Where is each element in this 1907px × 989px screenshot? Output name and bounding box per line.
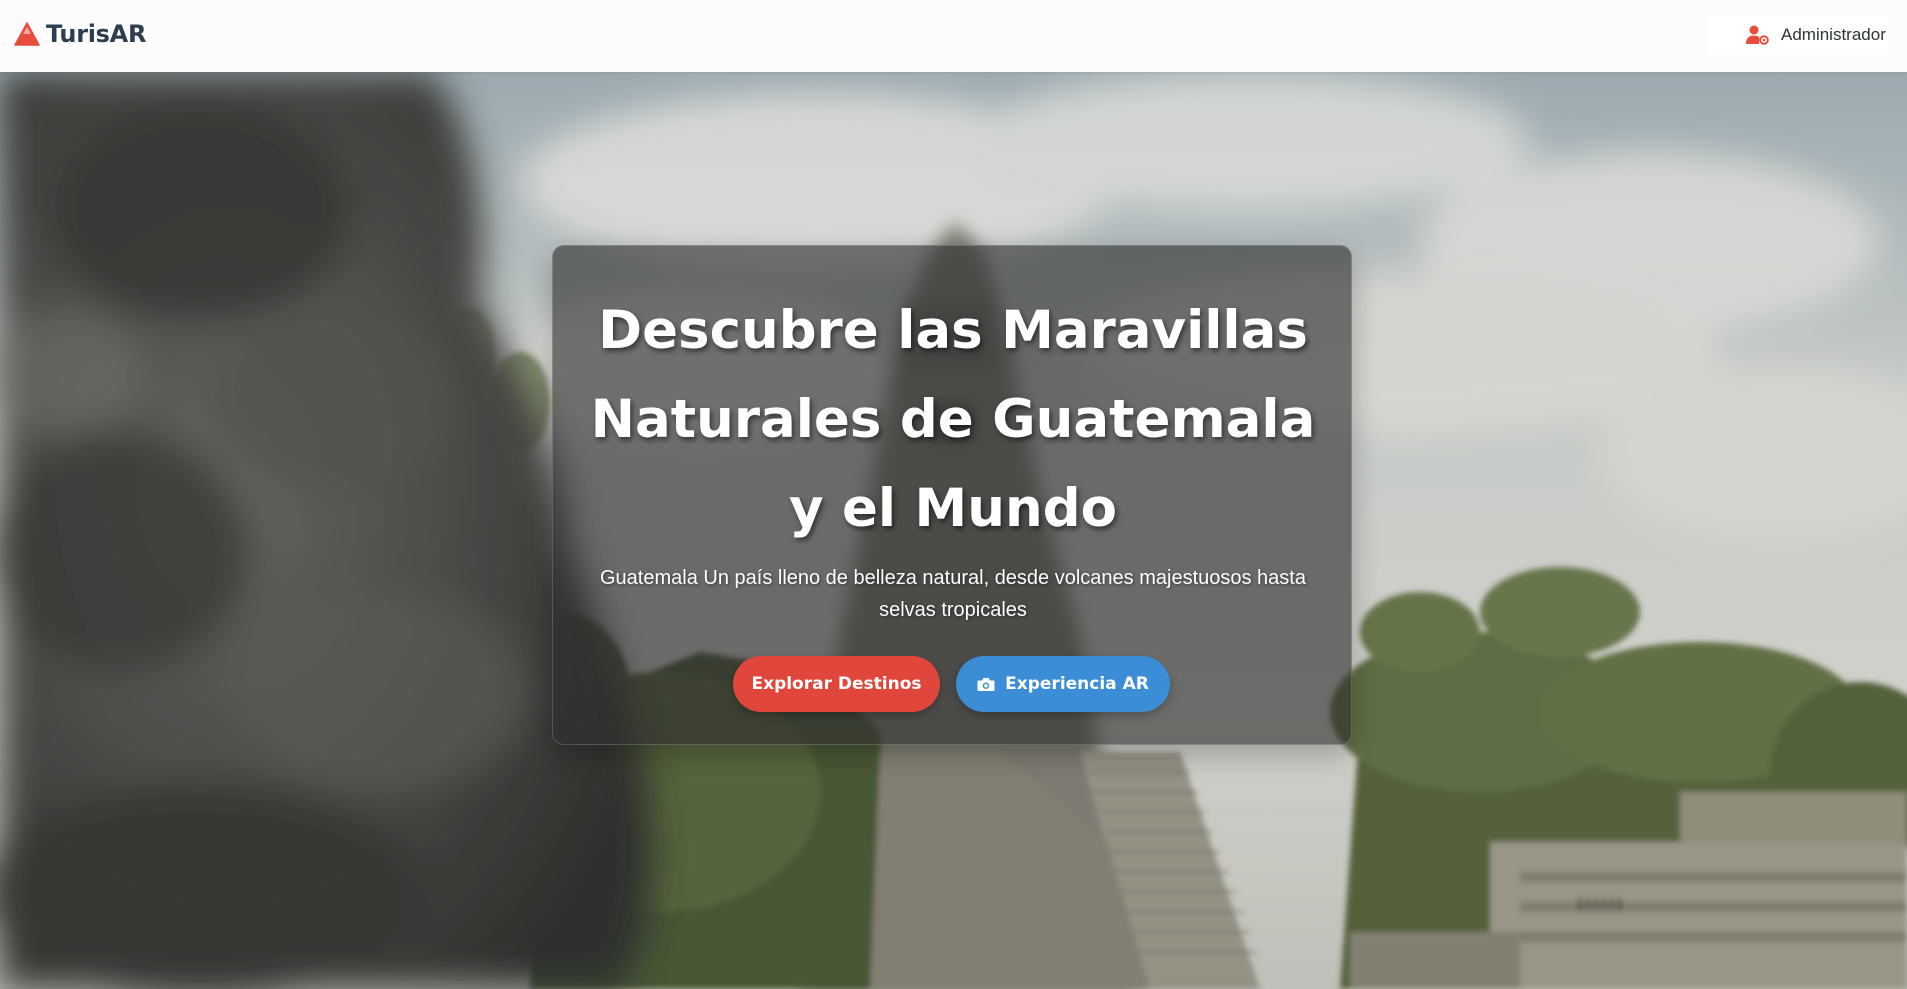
explore-destinations-button[interactable]: Explorar Destinos — [733, 656, 940, 712]
hero-title: Descubre las Maravillas Naturales de Gua… — [590, 300, 1316, 539]
user-gear-icon — [1746, 25, 1769, 45]
brand-logo-link[interactable]: TurisAR — [14, 20, 146, 48]
admin-button[interactable]: Administrador — [1708, 15, 1888, 55]
brand-name: TurisAR — [46, 20, 147, 48]
hero-card: Descubre las Maravillas Naturales de Gua… — [552, 245, 1352, 745]
admin-label: Administrador — [1781, 25, 1886, 44]
explore-destinations-label: Explorar Destinos — [751, 674, 922, 694]
hero-section: Descubre las Maravillas Naturales de Gua… — [0, 72, 1907, 989]
camera-icon — [977, 677, 995, 691]
ar-experience-button[interactable]: Experiencia AR — [956, 656, 1170, 712]
ar-experience-label: Experiencia AR — [1005, 674, 1149, 694]
hero-subtitle: Guatemala Un país lleno de belleza natur… — [600, 567, 1306, 621]
mountain-triangle-icon — [14, 22, 40, 46]
top-navbar: TurisAR Administrador — [0, 0, 1907, 72]
